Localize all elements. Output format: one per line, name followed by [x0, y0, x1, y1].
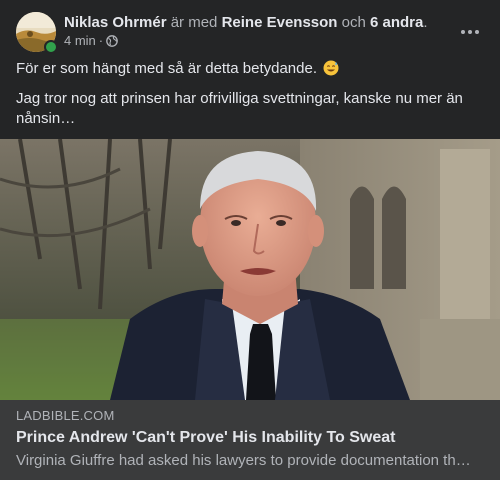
tagged-person[interactable]: Reine Evensson — [222, 14, 338, 31]
and-text: och — [341, 14, 366, 31]
with-text: är med — [170, 14, 218, 31]
author-name[interactable]: Niklas Ohrmér — [64, 14, 167, 31]
ellipsis-icon — [461, 30, 479, 34]
link-preview-info[interactable]: LADBIBLE.COM Prince Andrew 'Can't Prove'… — [0, 400, 500, 480]
post-header: Niklas Ohrmér är med Reine Evensson och … — [16, 12, 484, 54]
link-domain: LADBIBLE.COM — [16, 408, 115, 423]
link-description: Virginia Giuffre had asked his lawyers t… — [16, 452, 471, 469]
meta-separator: · — [98, 33, 104, 48]
online-status-dot — [44, 40, 58, 54]
link-title[interactable]: Prince Andrew 'Can't Prove' His Inabilit… — [16, 428, 396, 448]
link-preview-image[interactable] — [0, 139, 500, 400]
prince-andrew-photo — [0, 139, 500, 400]
post-meta: 4 min · — [64, 33, 118, 49]
author-line: Niklas Ohrmér är med Reine Evensson och … — [64, 13, 428, 32]
sweat-smile-emoji-icon — [323, 60, 339, 76]
more-options-button[interactable] — [456, 18, 484, 46]
post-time[interactable]: 4 min — [64, 33, 96, 49]
post-text-2: Jag tror nog att prinsen har ofrivilliga… — [16, 90, 463, 127]
post-text-1: För er som hängt med så är detta betydan… — [16, 60, 318, 77]
tagged-others[interactable]: 6 andra — [370, 14, 423, 31]
globe-icon[interactable] — [106, 35, 118, 47]
post-text-line-1: För er som hängt med så är detta betydan… — [16, 59, 484, 79]
post-card: Niklas Ohrmér är med Reine Evensson och … — [0, 0, 500, 480]
period: . — [423, 14, 428, 31]
